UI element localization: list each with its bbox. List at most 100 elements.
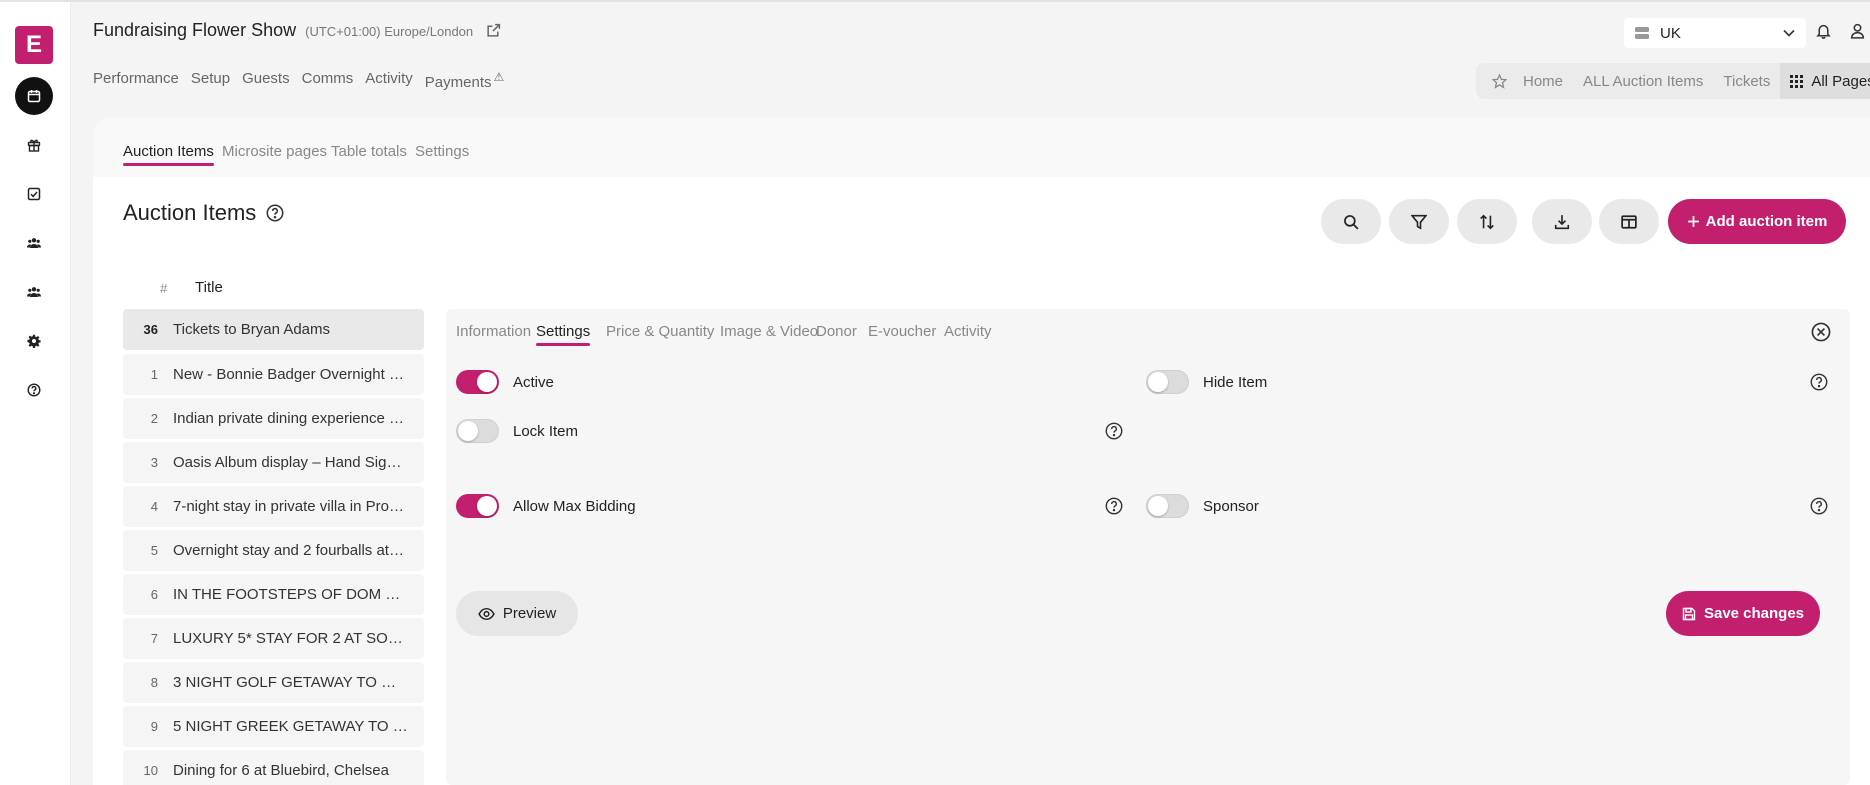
gear-icon: [27, 334, 41, 348]
all-pages-button[interactable]: All Pages: [1780, 63, 1870, 99]
item-title: 3 NIGHT GOLF GETAWAY TO MARBELLA: [173, 674, 408, 691]
nav-setup[interactable]: Setup: [191, 70, 230, 91]
quicknav-tickets[interactable]: Tickets: [1713, 73, 1780, 90]
nav-comms[interactable]: Comms: [302, 70, 354, 91]
filter-button[interactable]: [1389, 199, 1449, 244]
list-item[interactable]: 9 5 NIGHT GREEK GETAWAY TO CORFU: [123, 706, 424, 747]
search-button[interactable]: [1321, 199, 1381, 244]
app-logo[interactable]: E: [15, 26, 53, 64]
tab-microsite-pages[interactable]: Microsite pages: [222, 143, 327, 160]
detail-tab-activity[interactable]: Activity: [944, 323, 992, 340]
eye-icon: [478, 607, 495, 620]
detail-tab-image-video[interactable]: Image & Video: [720, 323, 818, 340]
list-item[interactable]: 7 LUXURY 5* STAY FOR 2 AT SOHO FARMHOUSE: [123, 618, 424, 659]
tab-auction-items[interactable]: Auction Items: [123, 143, 214, 166]
detail-tab-donor[interactable]: Donor: [816, 323, 857, 340]
chevron-down-icon: [1783, 29, 1795, 37]
rail-gifts-button[interactable]: [15, 126, 53, 164]
nav-performance[interactable]: Performance: [93, 70, 179, 91]
lock-item-toggle[interactable]: [456, 419, 499, 443]
user-icon[interactable]: [1850, 23, 1865, 43]
nav-activity[interactable]: Activity: [365, 70, 413, 91]
quick-nav: Home ALL Auction Items Tickets All Pages: [1476, 63, 1870, 99]
item-number: 3: [150, 455, 158, 470]
download-button[interactable]: [1532, 199, 1592, 244]
event-title: Fundraising Flower Show: [93, 20, 297, 40]
list-item[interactable]: 10 Dining for 6 at Bluebird, Chelsea: [123, 750, 424, 785]
allow-max-bidding-toggle[interactable]: [456, 494, 499, 518]
setting-allow-max-bidding: Allow Max Bidding: [456, 494, 636, 518]
preview-button[interactable]: Preview: [456, 591, 578, 636]
detail-tab-information[interactable]: Information: [456, 323, 531, 340]
add-auction-item-button[interactable]: Add auction item: [1668, 199, 1846, 244]
region-label: UK: [1660, 24, 1681, 42]
columns-button[interactable]: [1599, 199, 1659, 244]
list-item[interactable]: 3 Oasis Album display – Hand Signed: [123, 442, 424, 483]
gift-icon: [27, 139, 41, 152]
help-icon[interactable]: [1105, 422, 1123, 444]
rail-guests-button[interactable]: [15, 224, 53, 262]
active-toggle[interactable]: [456, 370, 499, 394]
detail-tab-settings[interactable]: Settings: [536, 323, 591, 346]
event-timezone: (UTC+01:00) Europe/London: [305, 24, 474, 39]
list-item[interactable]: 6 IN THE FOOTSTEPS OF DOM PERIGNON: [123, 574, 424, 615]
item-title: Tickets to Bryan Adams: [173, 321, 331, 338]
rail-events-button[interactable]: [15, 77, 53, 115]
item-title: 7-night stay in private villa in Provenc…: [173, 498, 408, 515]
item-title: Oasis Album display – Hand Signed: [173, 454, 408, 471]
list-item[interactable]: 2 Indian private dining experience for 1…: [123, 398, 424, 439]
all-pages-label: All Pages: [1811, 72, 1870, 90]
item-number: 10: [143, 763, 158, 778]
sort-button[interactable]: [1457, 199, 1517, 244]
list-item[interactable]: 36 Tickets to Bryan Adams: [123, 309, 424, 350]
rail-teams-button[interactable]: [15, 273, 53, 311]
star-icon[interactable]: [1476, 73, 1513, 89]
list-item[interactable]: 1 New - Bonnie Badger Overnight Stay: [123, 354, 424, 395]
help-icon[interactable]: [1810, 373, 1828, 395]
setting-sponsor: Sponsor: [1146, 494, 1259, 518]
detail-tab-e-voucher[interactable]: E-voucher: [868, 323, 936, 340]
rail-tasks-button[interactable]: [15, 175, 53, 213]
list-item[interactable]: 5 Overnight stay and 2 fourballs at the …: [123, 530, 424, 571]
users-icon: [27, 287, 41, 297]
help-icon[interactable]: [266, 204, 284, 222]
nav-guests[interactable]: Guests: [242, 70, 290, 91]
column-header-title[interactable]: Title: [195, 279, 223, 296]
section-tabs: Auction Items Microsite pages Table tota…: [93, 117, 1870, 177]
server-icon: [1635, 27, 1649, 39]
item-number: 5: [150, 543, 158, 558]
event-title-bar: Fundraising Flower Show (UTC+01:00) Euro…: [93, 20, 501, 43]
quicknav-all-auction-items[interactable]: ALL Auction Items: [1573, 73, 1713, 90]
item-detail-panel: Information Settings Price & Quantity Im…: [446, 309, 1850, 785]
rail-help-button[interactable]: [15, 371, 53, 409]
setting-lock-item: Lock Item: [456, 419, 578, 443]
bell-icon[interactable]: [1816, 23, 1831, 43]
external-link-icon[interactable]: [486, 22, 501, 43]
active-label: Active: [513, 373, 554, 391]
help-icon[interactable]: [1105, 497, 1123, 519]
detail-tab-price-quantity[interactable]: Price & Quantity: [606, 323, 714, 340]
item-number: 1: [150, 367, 158, 382]
hide-item-toggle[interactable]: [1146, 370, 1189, 394]
tab-table-totals[interactable]: Table totals: [331, 143, 407, 160]
nav-payments-label: Payments: [424, 74, 492, 91]
list-item[interactable]: 8 3 NIGHT GOLF GETAWAY TO MARBELLA: [123, 662, 424, 703]
tab-settings[interactable]: Settings: [415, 143, 469, 160]
search-icon: [1344, 214, 1359, 229]
setting-hide-item: Hide Item: [1146, 370, 1267, 394]
close-icon[interactable]: [1811, 322, 1831, 346]
quicknav-home[interactable]: Home: [1513, 73, 1573, 90]
sponsor-toggle[interactable]: [1146, 494, 1189, 518]
top-border: [0, 0, 1870, 2]
region-select[interactable]: UK: [1624, 18, 1806, 48]
list-item[interactable]: 4 7-night stay in private villa in Prove…: [123, 486, 424, 527]
nav-payments[interactable]: Payments ⚠: [425, 70, 504, 91]
rail-settings-button[interactable]: [15, 322, 53, 360]
item-title: LUXURY 5* STAY FOR 2 AT SOHO FARMHOUSE: [173, 630, 408, 647]
allow-max-bidding-label: Allow Max Bidding: [513, 497, 636, 515]
main-card: Auction Items Microsite pages Table tota…: [93, 117, 1870, 785]
help-icon[interactable]: [1810, 497, 1828, 519]
save-changes-button[interactable]: Save changes: [1666, 591, 1820, 636]
preview-label: Preview: [502, 605, 557, 622]
column-header-number[interactable]: #: [160, 281, 167, 296]
